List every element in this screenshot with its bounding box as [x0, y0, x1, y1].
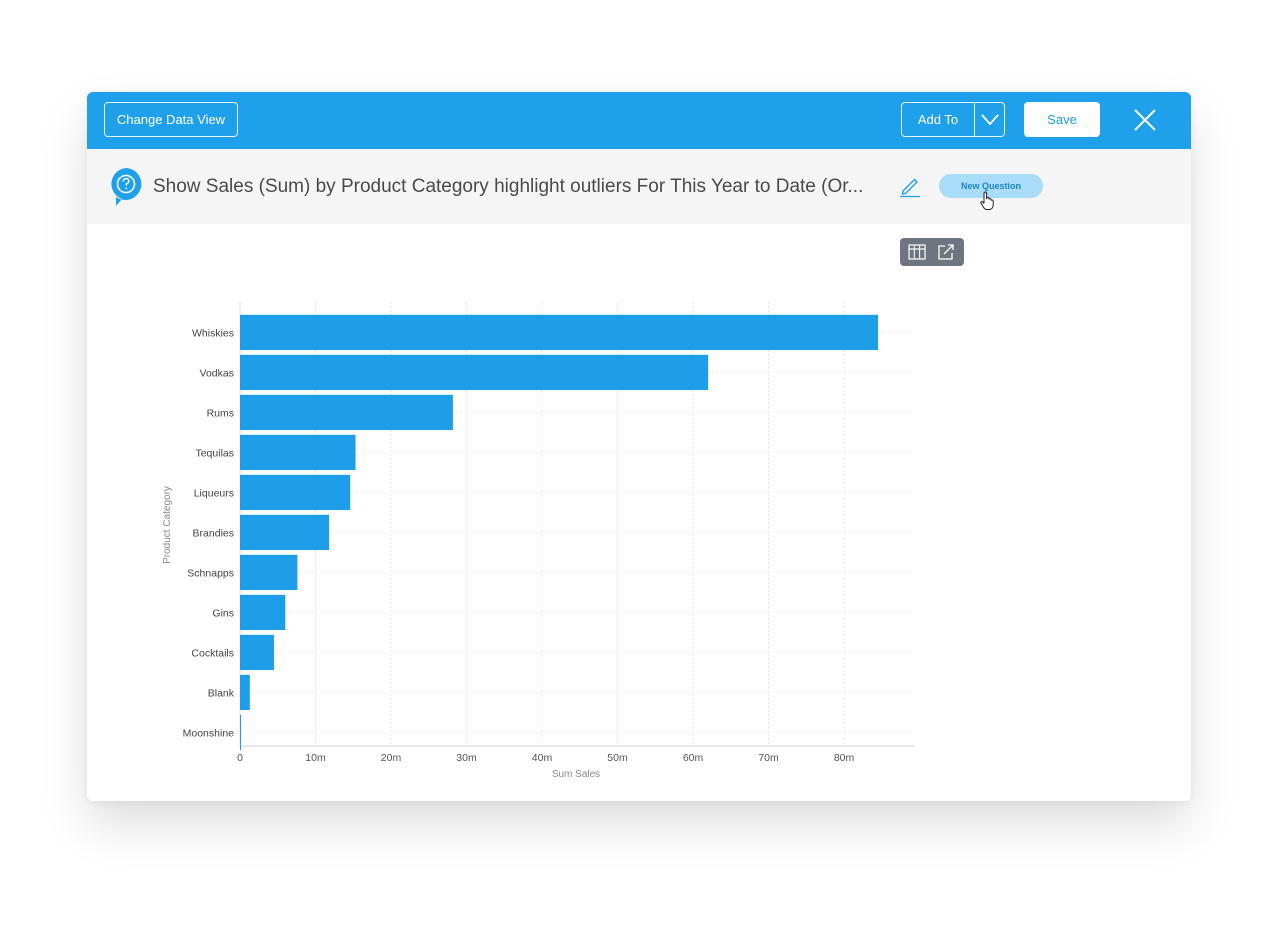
x-tick-label: 60m [683, 752, 704, 764]
bar-blank[interactable] [240, 674, 250, 710]
bar-schnapps[interactable] [240, 554, 298, 590]
y-tick-label: Vodkas [200, 367, 234, 379]
y-tick-label: Rums [207, 407, 234, 419]
y-tick-label: Schnapps [187, 567, 234, 579]
bar-moonshine[interactable] [240, 714, 241, 750]
bar-cocktails[interactable] [240, 634, 274, 670]
bar-whiskies[interactable] [240, 314, 879, 350]
chart-card: Change Data View Add To Save Show Sales … [87, 92, 1191, 801]
bar-rums[interactable] [240, 394, 453, 430]
bar-gins[interactable] [240, 594, 286, 630]
y-tick-label: Blank [208, 687, 235, 699]
bar-chart: Whiskies Vodkas Rums Tequilas Liqueurs Brandi… [162, 302, 914, 780]
y-tick-label: Liqueurs [194, 487, 234, 499]
y-axis-label: Product Category [162, 486, 173, 564]
x-tick-label: 10m [305, 752, 326, 764]
x-tick-label: 30m [456, 752, 477, 764]
y-tick-label: Whiskies [192, 327, 234, 339]
y-tick-label: Tequilas [195, 447, 234, 459]
x-tick-label: 40m [532, 752, 553, 764]
x-axis-label: Sum Sales [552, 769, 600, 780]
y-tick-label: Cocktails [191, 647, 234, 659]
x-tick-label: 0 [237, 752, 243, 764]
x-tick-label: 80m [834, 752, 855, 764]
bar-brandies[interactable] [240, 514, 330, 550]
y-tick-label: Gins [212, 607, 234, 619]
bar-liqueurs[interactable] [240, 474, 351, 510]
bar-tequilas[interactable] [240, 434, 356, 470]
x-tick-label: 20m [381, 752, 402, 764]
y-tick-label: Moonshine [183, 727, 235, 739]
x-tick-label: 50m [607, 752, 628, 764]
bar-vodkas[interactable] [240, 354, 709, 390]
x-tick-label: 70m [758, 752, 779, 764]
y-tick-label: Brandies [193, 527, 234, 539]
